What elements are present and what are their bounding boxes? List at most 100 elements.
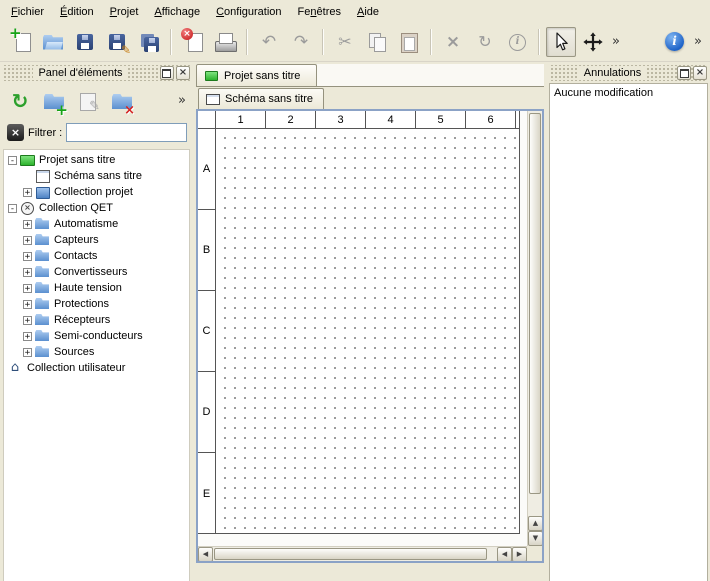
row-headers: ABCDE <box>198 129 216 533</box>
redo-button[interactable] <box>286 27 316 57</box>
menubar: FichierÉditionProjetAffichageConfigurati… <box>0 0 710 22</box>
menu-item-affichage[interactable]: Affichage <box>146 2 208 21</box>
move-icon <box>581 30 605 54</box>
schema-sheet[interactable]: 123456 ABCDE <box>198 111 520 534</box>
about-icon <box>663 30 687 54</box>
tree-item[interactable]: Collection projet <box>4 184 189 200</box>
undo-panel-titlebar[interactable]: Annulations <box>550 65 707 81</box>
rotate-button[interactable] <box>470 27 500 57</box>
paste-icon <box>397 30 421 54</box>
vertical-scroll-track[interactable] <box>528 111 542 516</box>
folder-icon <box>35 314 49 326</box>
toolbar-separator <box>430 29 432 55</box>
scroll-left-button[interactable] <box>198 547 213 562</box>
tree-item[interactable]: Haute tension <box>4 280 189 296</box>
copy-button[interactable] <box>362 27 392 57</box>
expand-icon[interactable] <box>23 236 32 245</box>
element-tree: Projet sans titreSchéma sans titreCollec… <box>3 149 190 581</box>
filter-input[interactable] <box>66 123 187 142</box>
collapse-icon[interactable] <box>8 156 17 165</box>
menu-item-configuration[interactable]: Configuration <box>208 2 289 21</box>
elements-panel-close-button[interactable] <box>176 66 190 80</box>
expand-icon[interactable] <box>23 252 32 261</box>
move-button[interactable] <box>578 27 608 57</box>
tree-item[interactable]: Collection QET <box>4 200 189 216</box>
paste-button[interactable] <box>394 27 424 57</box>
expand-icon[interactable] <box>23 284 32 293</box>
cut-icon <box>333 30 357 54</box>
undo-panel-float-button[interactable] <box>677 66 691 80</box>
reload-button[interactable] <box>5 86 35 116</box>
scroll-right-button[interactable] <box>512 547 527 562</box>
tree-item[interactable]: Contacts <box>4 248 189 264</box>
menu-item-projet[interactable]: Projet <box>102 2 147 21</box>
close-document-button[interactable] <box>178 27 208 57</box>
scroll-down-button[interactable] <box>528 531 543 546</box>
tree-item[interactable]: Protections <box>4 296 189 312</box>
clear-filter-button[interactable] <box>7 124 24 141</box>
schema-canvas[interactable]: 123456 ABCDE <box>198 111 527 546</box>
delete-element-button[interactable] <box>107 86 137 116</box>
vertical-scroll-thumb[interactable] <box>529 113 541 494</box>
tree-item[interactable]: Collection utilisateur <box>4 360 189 376</box>
tree-item[interactable]: Projet sans titre <box>4 152 189 168</box>
tree-item[interactable]: Récepteurs <box>4 312 189 328</box>
about-button[interactable] <box>660 27 690 57</box>
schema-icon <box>35 170 49 182</box>
tab-project[interactable]: Projet sans titre <box>196 64 317 86</box>
tab-schema[interactable]: Schéma sans titre <box>198 88 324 109</box>
save-button[interactable] <box>70 27 100 57</box>
elements-panel-titlebar[interactable]: Panel d'éléments <box>3 65 190 81</box>
elements-toolbar-extender[interactable] <box>178 93 186 108</box>
menu-item-fenetres[interactable]: Fenêtres <box>290 2 349 21</box>
save-as-button[interactable] <box>102 27 132 57</box>
expand-icon[interactable] <box>23 300 32 309</box>
schema-icon <box>206 94 220 105</box>
expand-icon[interactable] <box>23 188 32 197</box>
info-button[interactable] <box>502 27 532 57</box>
toolbar-extender[interactable] <box>609 27 623 57</box>
expand-icon[interactable] <box>23 268 32 277</box>
undo-panel-close-button[interactable] <box>693 66 707 80</box>
cut-button[interactable] <box>330 27 360 57</box>
horizontal-scrollbar[interactable] <box>198 546 527 561</box>
print-button[interactable] <box>210 27 240 57</box>
undo-list[interactable]: Aucune modification <box>549 83 708 581</box>
tree-item[interactable]: Convertisseurs <box>4 264 189 280</box>
menu-item-edition[interactable]: Édition <box>52 2 102 21</box>
tree-item[interactable]: Capteurs <box>4 232 189 248</box>
column-header: 6 <box>466 111 516 128</box>
expand-icon[interactable] <box>23 348 32 357</box>
grid-area[interactable] <box>216 129 519 533</box>
new-document-button[interactable] <box>6 27 36 57</box>
horizontal-scroll-track[interactable] <box>213 547 497 561</box>
expand-icon[interactable] <box>23 220 32 229</box>
expand-icon[interactable] <box>23 316 32 325</box>
column-header: 5 <box>416 111 466 128</box>
toolbar-extender[interactable] <box>691 27 705 57</box>
tree-item[interactable]: Schéma sans titre <box>4 168 189 184</box>
undo-button[interactable] <box>254 27 284 57</box>
elements-panel-float-button[interactable] <box>160 66 174 80</box>
horizontal-scroll-thumb[interactable] <box>214 548 487 560</box>
expand-icon[interactable] <box>23 332 32 341</box>
tree-item-label: Haute tension <box>52 282 124 294</box>
menu-item-fichier[interactable]: Fichier <box>3 2 52 21</box>
folder-icon <box>35 234 49 246</box>
pointer-button[interactable] <box>546 27 576 57</box>
delete-button[interactable] <box>438 27 468 57</box>
edit-element-button[interactable] <box>73 86 103 116</box>
tree-item[interactable]: Sources <box>4 344 189 360</box>
menu-item-aide[interactable]: Aide <box>349 2 387 21</box>
tree-item[interactable]: Automatisme <box>4 216 189 232</box>
tree-item[interactable]: Semi-conducteurs <box>4 328 189 344</box>
scroll-left-button-end[interactable] <box>497 547 512 562</box>
scroll-up-button[interactable] <box>528 516 543 531</box>
save-all-button[interactable] <box>134 27 164 57</box>
collapse-icon[interactable] <box>8 204 17 213</box>
new-element-button[interactable] <box>39 86 69 116</box>
vertical-scrollbar[interactable] <box>527 111 542 546</box>
folder-icon <box>35 266 49 278</box>
open-folder-button[interactable] <box>38 27 68 57</box>
elements-panel-title: Panel d'éléments <box>33 67 127 79</box>
